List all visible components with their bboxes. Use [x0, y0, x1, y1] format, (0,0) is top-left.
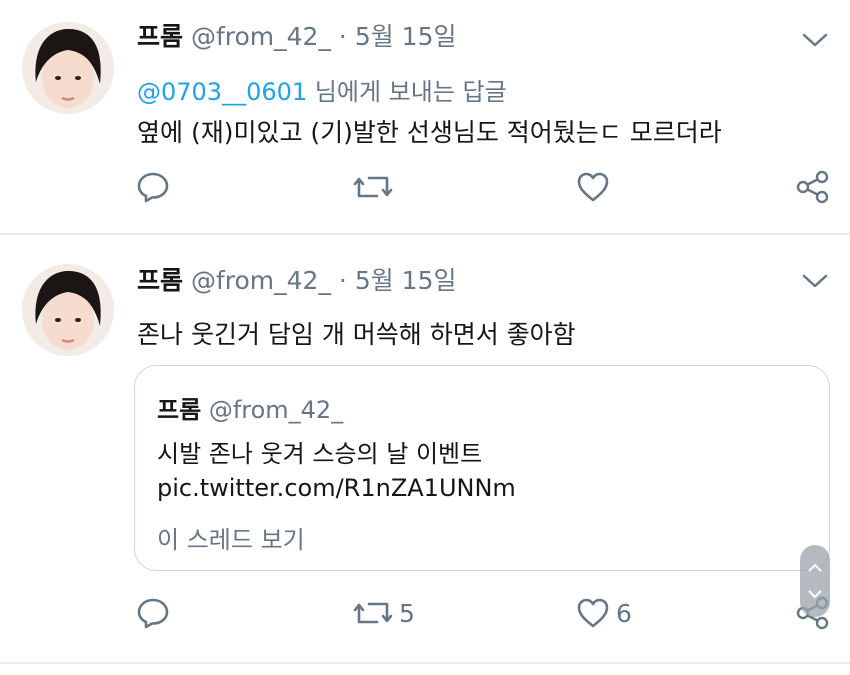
reply-suffix: 님에게 보내는 답글 — [307, 78, 507, 106]
heart-icon — [576, 170, 610, 204]
quoted-tweet-text: 시발 존나 웃겨 스승의 날 이벤트 — [157, 440, 483, 468]
quoted-user-handle: @from_42_ — [208, 396, 344, 424]
retweet-button[interactable]: 5 — [353, 593, 415, 633]
reply-context: @0703__0601 님에게 보내는 답글 — [137, 72, 507, 107]
retweet-icon — [353, 170, 393, 204]
tweet-actions — [0, 167, 850, 207]
avatar[interactable] — [22, 22, 114, 114]
tweet[interactable]: 프롬 @from_42_ · 5월 15일 존나 웃긴거 담임 개 머쓱해 하면… — [0, 238, 850, 664]
reply-icon — [136, 596, 170, 630]
quoted-tweet[interactable]: 프롬 @from_42_ 시발 존나 웃겨 스승의 날 이벤트 pic.twit… — [134, 365, 830, 571]
reply-button[interactable] — [136, 167, 170, 207]
quoted-tweet-link[interactable]: pic.twitter.com/R1nZA1UNNm — [157, 474, 516, 502]
retweet-count: 5 — [399, 598, 415, 628]
like-count: 6 — [616, 598, 632, 628]
tweet[interactable]: 프롬 @from_42_ · 5월 15일 @0703__0601 님에게 보내… — [0, 0, 850, 232]
reply-icon — [136, 170, 170, 204]
tweet-header: 프롬 @from_42_ · 5월 15일 — [137, 22, 457, 52]
avatar[interactable] — [22, 264, 114, 356]
chevron-up-icon — [808, 563, 822, 572]
mention-link[interactable]: @0703__0601 — [137, 78, 307, 106]
divider — [0, 662, 850, 664]
tweet-text: 존나 웃긴거 담임 개 머쓱해 하면서 좋아함 — [137, 320, 576, 349]
tweet-date[interactable]: 5월 15일 — [355, 22, 457, 51]
retweet-button[interactable] — [353, 167, 393, 207]
like-button[interactable] — [576, 167, 610, 207]
tweet-text: 옆에 (재)미있고 (기)발한 선생님도 적어뒀는ㄷ 모르더라 — [137, 118, 722, 147]
chevron-down-icon[interactable] — [800, 271, 830, 291]
quoted-display-name: 프롬 — [157, 396, 202, 424]
chevron-down-icon — [808, 590, 822, 599]
tweet-header: 프롬 @from_42_ · 5월 15일 — [137, 266, 457, 296]
separator: · — [338, 266, 347, 295]
share-icon — [795, 169, 831, 205]
show-thread-link[interactable]: 이 스레드 보기 — [157, 520, 305, 555]
tweet-actions: 5 6 — [0, 593, 850, 633]
share-button[interactable] — [795, 167, 831, 207]
retweet-icon — [353, 596, 393, 630]
like-button[interactable]: 6 — [576, 593, 632, 633]
separator: · — [338, 22, 347, 51]
user-handle[interactable]: @from_42_ — [191, 22, 331, 51]
display-name[interactable]: 프롬 — [137, 22, 183, 51]
divider — [0, 233, 850, 235]
chevron-down-icon[interactable] — [800, 30, 830, 50]
heart-icon — [576, 596, 610, 630]
reply-button[interactable] — [136, 593, 170, 633]
user-handle[interactable]: @from_42_ — [191, 266, 331, 295]
quoted-tweet-header: 프롬 @from_42_ — [157, 390, 343, 425]
scroll-handle[interactable] — [800, 545, 830, 617]
tweet-date[interactable]: 5월 15일 — [355, 266, 457, 295]
display-name[interactable]: 프롬 — [137, 266, 183, 295]
